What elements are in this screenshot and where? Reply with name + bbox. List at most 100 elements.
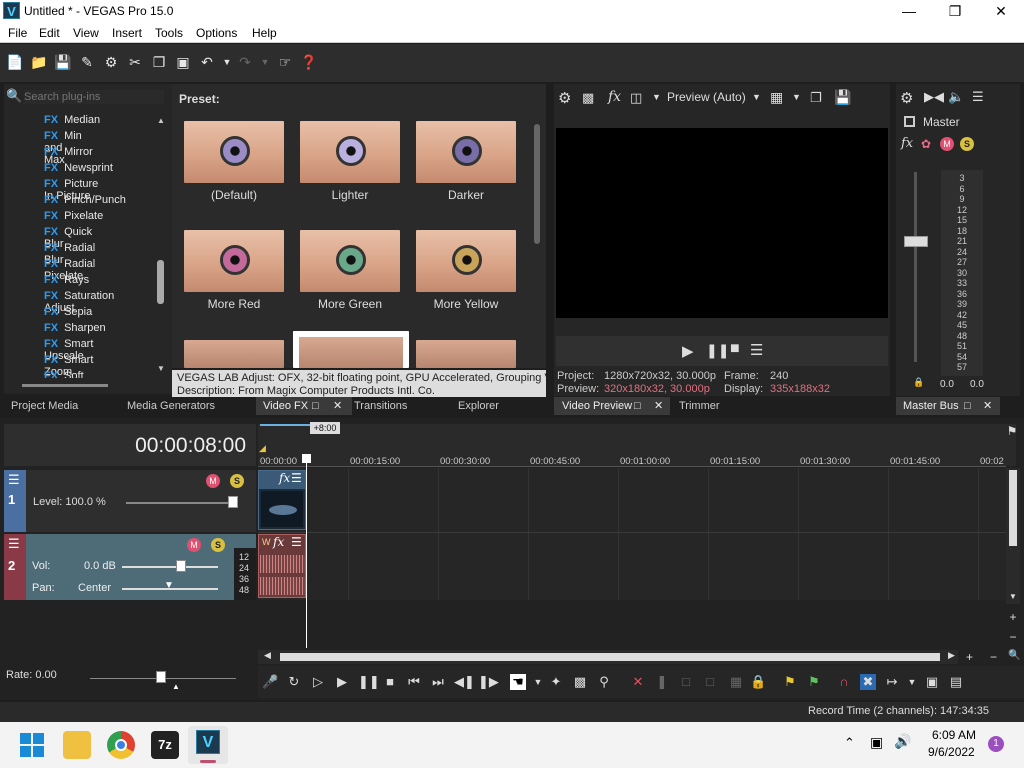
paste-icon[interactable]: ▣ — [174, 53, 192, 71]
timeline-play-icon[interactable]: ▶ — [334, 674, 350, 690]
preview-quality-dropdown[interactable]: Preview (Auto) — [667, 90, 746, 104]
audio-event-menu-icon[interactable]: ☰ — [291, 535, 302, 549]
trim-start-icon[interactable]: □ — [678, 674, 694, 690]
marker-flag-icon[interactable]: ⚑ — [1004, 424, 1020, 440]
timeline-hscrollbar[interactable]: ◀ ▶ — [258, 650, 958, 664]
tab-master-bus[interactable]: Master Bus □ ✕ — [896, 397, 1000, 415]
hscroll-right-icon[interactable]: ▶ — [948, 650, 955, 661]
video-event-menu-icon[interactable]: ☰ — [291, 471, 302, 485]
pan-slider-handle[interactable]: ▼ — [164, 580, 174, 591]
audio-track-menu-icon[interactable]: ☰ — [8, 536, 20, 552]
master-checkbox[interactable] — [904, 116, 915, 127]
plugin-item[interactable]: FX Picture In Picture — [44, 178, 98, 202]
downmix-icon[interactable]: ▶◀ — [924, 89, 944, 105]
playhead[interactable] — [306, 456, 307, 648]
redo-dropdown-icon[interactable]: ▼ — [256, 53, 274, 71]
event-grouping-icon[interactable]: ▤ — [948, 674, 964, 690]
file-explorer-icon[interactable] — [63, 731, 91, 759]
preset-thumbnail[interactable] — [300, 230, 400, 292]
preset-thumbnail[interactable] — [184, 121, 284, 183]
audio-event-fx-icon[interactable]: fx — [273, 535, 284, 549]
volume-icon[interactable]: 🔊 — [894, 733, 911, 750]
video-fx-icon[interactable]: fx — [608, 89, 621, 105]
timeline-vscrollbar[interactable]: ▼ — [1006, 468, 1020, 604]
tab-undock-icon[interactable]: □ — [312, 397, 319, 415]
preset-scrollbar[interactable] — [530, 112, 544, 368]
preset-thumbnail[interactable] — [293, 331, 409, 368]
preset-thumbnail[interactable] — [416, 340, 516, 368]
timeline-vscroll-thumb[interactable] — [1009, 470, 1017, 546]
cut-icon[interactable]: ✂ — [126, 53, 144, 71]
menu-options[interactable]: Options — [196, 26, 237, 40]
edit-tool-dropdown-icon[interactable]: ▼ — [530, 674, 546, 690]
timeline-vscroll-down-icon[interactable]: ▼ — [1009, 592, 1017, 601]
master-mute-icon[interactable]: M — [940, 137, 954, 151]
preset-thumbnail[interactable] — [184, 230, 284, 292]
insert-marker-icon[interactable]: ⚑ — [782, 674, 798, 690]
tab-project-media[interactable]: Project Media — [11, 397, 78, 415]
save-icon[interactable]: 💾 — [54, 53, 72, 71]
loop-region-bar[interactable] — [260, 424, 310, 426]
trim-end-icon[interactable]: □ — [702, 674, 718, 690]
maximize-button[interactable]: ❐ — [932, 0, 978, 23]
clock-time[interactable]: 6:09 AM — [932, 728, 976, 742]
go-to-end-icon[interactable]: ⏭ — [430, 674, 446, 690]
scrollbar-thumb[interactable] — [157, 260, 164, 304]
envelope-tool-icon[interactable]: ✦ — [548, 674, 564, 690]
scroll-up-icon[interactable]: ▲ — [157, 116, 165, 125]
show-hidden-icons-icon[interactable]: ⌃ — [844, 735, 855, 751]
whats-this-icon[interactable]: ❓ — [300, 53, 318, 71]
render-icon[interactable]: ✎ — [78, 53, 96, 71]
timeline-tracks-area[interactable] — [258, 468, 1006, 600]
plugin-item[interactable]: FX Mirror — [44, 146, 93, 162]
record-icon[interactable]: 🎤 — [262, 674, 278, 690]
track-height-minus-icon[interactable]: − — [1006, 630, 1020, 644]
play-icon[interactable]: ▶ — [682, 342, 694, 360]
grid-overlay-icon[interactable]: ▦ — [770, 89, 783, 106]
menu-view[interactable]: View — [73, 26, 99, 40]
zoom-tool-icon[interactable]: 🔍 — [1008, 650, 1020, 661]
plugin-item[interactable]: FX Rays — [44, 274, 89, 290]
preset-thumbnail[interactable] — [416, 230, 516, 292]
dim-output-icon[interactable]: 🔈 — [948, 89, 964, 105]
master-automation-icon[interactable]: ✿ — [921, 137, 931, 151]
auto-ripple-icon[interactable]: ↦ — [884, 674, 900, 690]
overlay-dropdown-icon[interactable]: ▼ — [792, 92, 801, 102]
tab-transitions[interactable]: Transitions — [354, 397, 407, 415]
preview-menu-icon[interactable]: ☰ — [750, 341, 763, 359]
delete-icon[interactable]: ✕ — [630, 674, 646, 690]
notification-badge[interactable]: 1 — [988, 736, 1004, 752]
loop-playback-icon[interactable]: ↻ — [286, 674, 302, 690]
timeline-pause-icon[interactable]: ❚❚ — [358, 674, 380, 690]
video-event-fx-icon[interactable]: fx — [279, 471, 290, 485]
menu-tools[interactable]: Tools — [155, 26, 183, 40]
plugin-item[interactable]: FX Sharpen — [44, 322, 106, 338]
snapping-magnet-icon[interactable]: ∩ — [836, 674, 852, 690]
plugin-item[interactable]: FX Smart Upscale — [44, 338, 93, 362]
plugin-tree-scrollbar[interactable]: ▲ ▼ — [155, 114, 167, 376]
video-level-slider-handle[interactable] — [228, 496, 238, 508]
audio-track-mute-icon[interactable]: M — [187, 538, 201, 552]
insert-region-icon[interactable]: ⚑ — [806, 674, 822, 690]
7zip-icon[interactable]: 7z — [151, 731, 179, 759]
close-button[interactable]: ✕ — [978, 0, 1024, 23]
master-fx-icon[interactable]: fx — [901, 136, 913, 151]
plugin-item[interactable]: FX Radial Pixelate — [44, 258, 95, 282]
plugin-item[interactable]: FX Newsprint — [44, 162, 113, 178]
timeline-stop-icon[interactable]: ■ — [382, 674, 398, 690]
stop-icon[interactable]: ■ — [730, 340, 740, 358]
next-frame-icon[interactable]: ❚▶ — [478, 674, 499, 690]
plugin-item[interactable]: FX Radial Blur — [44, 242, 95, 266]
split-icon[interactable]: ▦ — [728, 674, 744, 690]
network-icon[interactable]: ▣ — [870, 734, 883, 751]
master-tab-undock-icon[interactable]: □ — [964, 397, 971, 415]
plugin-search-input[interactable] — [24, 90, 164, 104]
video-track-menu-icon[interactable]: ☰ — [8, 472, 20, 488]
normal-edit-tool-icon[interactable]: ☚ — [510, 674, 526, 690]
tab-video-preview[interactable]: Video Preview □ ✕ — [554, 397, 670, 415]
plugin-item[interactable]: FX Median — [44, 114, 100, 130]
pause-icon[interactable]: ❚❚ — [706, 342, 729, 359]
quality-dropdown-arrow-icon[interactable]: ▼ — [752, 92, 761, 102]
copy-icon[interactable]: ❐ — [150, 53, 168, 71]
hscroll-thumb[interactable] — [280, 653, 940, 661]
